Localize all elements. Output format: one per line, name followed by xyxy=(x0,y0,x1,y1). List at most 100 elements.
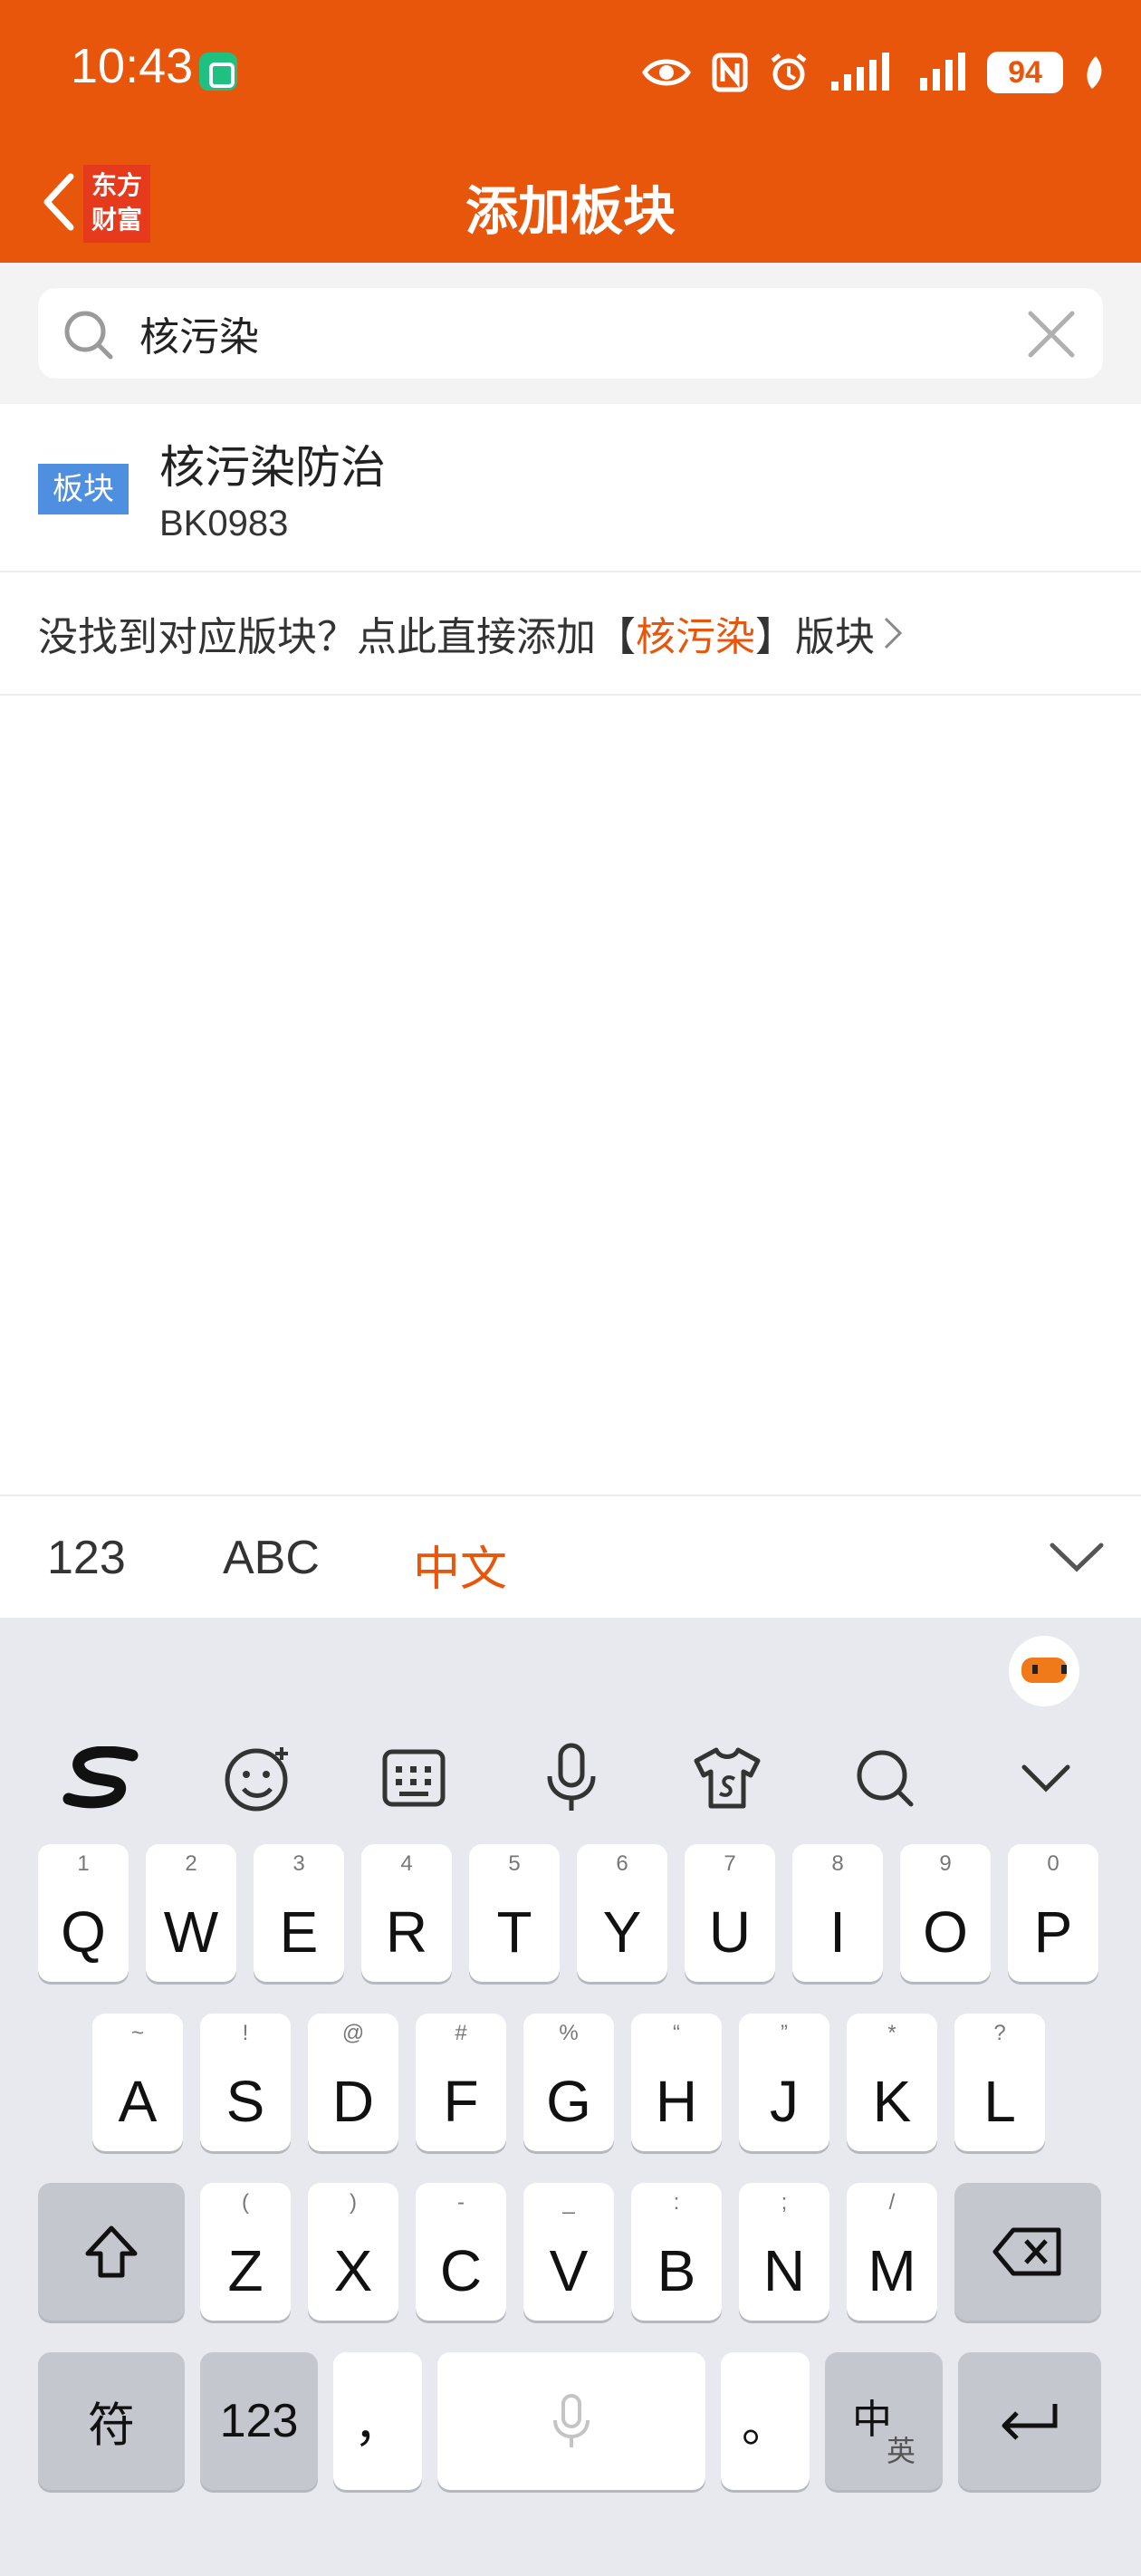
chevron-down-icon[interactable] xyxy=(1045,1533,1108,1583)
key-n-sub: ; xyxy=(781,2190,788,2215)
skin-icon[interactable] xyxy=(686,1737,768,1819)
shift-key[interactable] xyxy=(38,2183,185,2321)
symbols-key-label: 符 xyxy=(87,2398,135,2454)
key-l[interactable]: ? L xyxy=(954,2014,1045,2151)
alarm-icon xyxy=(768,50,810,95)
result-name: 核污染防治 xyxy=(159,441,386,494)
key-u-label: U xyxy=(708,1899,752,1965)
chevron-down-icon[interactable] xyxy=(1005,1737,1087,1819)
key-h-sub: “ xyxy=(673,2021,680,2045)
key-k[interactable]: * K xyxy=(847,2014,937,2151)
key-q-label: Q xyxy=(61,1899,106,1965)
key-r-label: R xyxy=(385,1899,428,1965)
key-z[interactable]: (Z xyxy=(200,2183,291,2321)
key-s[interactable]: ! S xyxy=(200,2014,291,2151)
signal-2-icon xyxy=(918,50,967,95)
key-d-sub: @ xyxy=(341,2021,365,2045)
key-v[interactable]: _ V xyxy=(523,2183,614,2321)
keyboard-icon[interactable] xyxy=(373,1737,455,1819)
key-y-label: Y xyxy=(602,1899,642,1965)
key-c-label: C xyxy=(439,2238,483,2303)
key-s-sub: ! xyxy=(242,2021,249,2045)
key-a-sub: ~ xyxy=(130,2021,144,2045)
key-x[interactable]: ) X xyxy=(308,2183,398,2321)
key-g[interactable]: % G xyxy=(523,2014,614,2151)
key-c[interactable]: -C xyxy=(416,2183,506,2321)
key-p[interactable]: 0P xyxy=(1008,1844,1098,1982)
hint-keyword: 核污染 xyxy=(636,614,755,660)
key-c-sub: - xyxy=(457,2190,465,2215)
key-e[interactable]: 3E xyxy=(254,1844,344,1982)
symbols-key[interactable]: 符 xyxy=(38,2352,185,2490)
key-m[interactable]: / M xyxy=(847,2183,937,2321)
ime-tab-english[interactable]: ABC xyxy=(223,1531,320,1585)
key-p-sub: 0 xyxy=(1047,1851,1060,1876)
search-input[interactable] xyxy=(139,288,954,379)
status-time: 10:43 xyxy=(71,39,194,93)
key-e-sub: 3 xyxy=(292,1851,305,1876)
key-v-label: V xyxy=(549,2238,589,2303)
period-key[interactable]: 。 xyxy=(721,2352,810,2490)
keyboard-toolbar xyxy=(0,1717,1141,1835)
key-r[interactable]: 4R xyxy=(361,1844,452,1982)
key-p-label: P xyxy=(1033,1899,1073,1965)
key-m-sub: / xyxy=(888,2190,896,2215)
key-n-label: N xyxy=(762,2238,806,2303)
key-g-label: G xyxy=(546,2069,591,2134)
backspace-icon xyxy=(954,2183,1101,2321)
key-i[interactable]: 8I xyxy=(792,1844,883,1982)
search-icon xyxy=(62,308,114,360)
key-s-label: S xyxy=(225,2069,265,2134)
key-q-sub: 1 xyxy=(77,1851,90,1876)
key-y[interactable]: 6Y xyxy=(577,1844,667,1982)
key-z-label: Z xyxy=(227,2238,264,2303)
clear-icon[interactable] xyxy=(1025,308,1078,360)
lang-key-sub: 英 xyxy=(887,2434,916,2468)
signal-1-icon xyxy=(829,50,898,95)
ime-tab-numeric[interactable]: 123 xyxy=(47,1531,126,1585)
microphone-icon[interactable] xyxy=(531,1737,612,1819)
enter-key[interactable] xyxy=(958,2352,1101,2490)
sogou-logo-icon[interactable] xyxy=(60,1737,141,1819)
add-sector-link[interactable]: 没找到对应版块？点此直接添加【 核污染 】版块 xyxy=(0,572,1141,696)
status-icons: 94 xyxy=(641,47,1107,98)
key-a[interactable]: ~ A xyxy=(92,2014,183,2151)
search-icon[interactable] xyxy=(844,1737,925,1819)
top-bar: 10:43 94 东方 财富 添加板块 xyxy=(0,0,1141,263)
emoji-icon[interactable] xyxy=(217,1737,299,1819)
search-box[interactable] xyxy=(38,288,1103,379)
key-d[interactable]: @ D xyxy=(308,2014,398,2151)
key-a-label: A xyxy=(118,2069,158,2134)
key-w[interactable]: 2W xyxy=(146,1844,236,1982)
key-q[interactable]: 1Q xyxy=(38,1844,129,1982)
backspace-key[interactable] xyxy=(954,2183,1101,2321)
result-item[interactable]: 板块 核污染防治 BK0983 xyxy=(0,404,1141,572)
key-o[interactable]: 9O xyxy=(900,1844,991,1982)
language-switch-key[interactable]: 中 英 xyxy=(825,2352,943,2490)
space-key[interactable] xyxy=(437,2352,705,2490)
key-h-label: H xyxy=(655,2069,698,2134)
comma-key[interactable]: ， xyxy=(333,2352,422,2490)
key-o-sub: 9 xyxy=(939,1851,952,1876)
key-x-label: X xyxy=(333,2238,373,2303)
key-t[interactable]: 5T xyxy=(469,1844,560,1982)
ime-tab-chinese[interactable]: 中文 xyxy=(413,1531,507,1599)
hint-prefix: 没找到对应版块？点此直接添加【 xyxy=(38,614,636,660)
key-o-label: O xyxy=(923,1899,968,1965)
key-l-sub: ? xyxy=(993,2021,1006,2045)
key-j-label: J xyxy=(770,2069,799,2134)
key-r-sub: 4 xyxy=(400,1851,413,1876)
key-j[interactable]: ” J xyxy=(739,2014,829,2151)
numbers-key[interactable]: 123 xyxy=(200,2352,318,2490)
eye-icon xyxy=(641,50,692,95)
key-u[interactable]: 7U xyxy=(685,1844,775,1982)
key-h[interactable]: “H xyxy=(631,2014,722,2151)
key-t-label: T xyxy=(496,1899,532,1965)
key-f[interactable]: # F xyxy=(416,2014,506,2151)
mascot-icon[interactable] xyxy=(1009,1636,1079,1706)
enter-icon xyxy=(958,2352,1101,2490)
status-bar: 10:43 94 xyxy=(0,0,1141,145)
key-n[interactable]: ; N xyxy=(739,2183,829,2321)
key-y-sub: 6 xyxy=(616,1851,628,1876)
key-b[interactable]: :B xyxy=(631,2183,722,2321)
